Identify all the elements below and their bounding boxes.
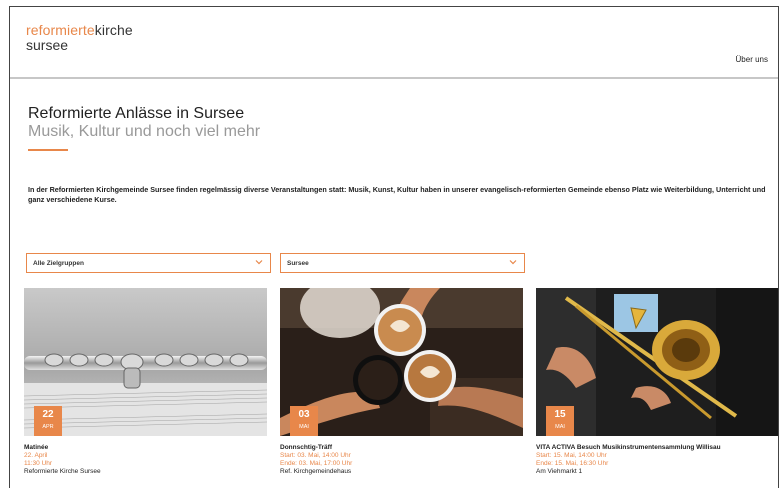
chevron-down-icon	[255, 260, 263, 265]
event-card[interactable]: 22 APR Matinée 22. April 11:30 Uhr Refor…	[24, 288, 267, 476]
event-image-coffee[interactable]: 03 MAI	[280, 288, 523, 436]
date-badge: 03 MAI	[290, 406, 318, 436]
event-image-trombone[interactable]: 15 MAI	[536, 288, 778, 436]
event-date: 22. April	[24, 452, 48, 459]
date-badge: 15 MAI	[546, 406, 574, 436]
target-group-value: Alle Zielgruppen	[33, 260, 84, 267]
date-month: APR	[42, 424, 54, 430]
event-title[interactable]: VITA ACTIVA Besuch Musikinstrumentensamm…	[536, 444, 778, 452]
event-info: VITA ACTIVA Besuch Musikinstrumentensamm…	[536, 436, 778, 476]
intro-text: In der Reformierten Kirchgemeinde Sursee…	[28, 185, 766, 204]
date-day: 03	[298, 409, 310, 420]
date-badge: 22 APR	[34, 406, 62, 436]
date-day: 22	[42, 409, 54, 420]
event-title[interactable]: Matinée	[24, 444, 267, 452]
event-time: 11:30 Uhr	[24, 460, 53, 467]
date-day: 15	[554, 409, 566, 420]
page-title: Reformierte Anlässe in Sursee	[28, 105, 245, 122]
logo-text-reformierte: reformierte	[26, 22, 95, 38]
chevron-down-icon	[509, 260, 517, 265]
event-start: Start: 15. Mai, 14:00 Uhr	[536, 452, 607, 459]
location-value: Sursee	[287, 260, 309, 267]
header-divider	[10, 77, 778, 79]
page-subtitle: Musik, Kultur und noch viel mehr	[28, 123, 261, 140]
event-card[interactable]: 15 MAI VITA ACTIVA Besuch Musikinstrumen…	[536, 288, 778, 476]
event-end: Ende: 03. Mai, 17:00 Uhr	[280, 460, 353, 467]
logo-text-kirche: kirche	[94, 22, 133, 38]
event-info: Matinée 22. April 11:30 Uhr Reformierte …	[24, 436, 267, 476]
event-start: Start: 03. Mai, 14:00 Uhr	[280, 452, 351, 459]
event-image-flute[interactable]: 22 APR	[24, 288, 267, 436]
event-title[interactable]: Donnschtig-Träff	[280, 444, 523, 452]
event-info: Donnschtig-Träff Start: 03. Mai, 14:00 U…	[280, 436, 523, 476]
event-location: Reformierte Kirche Sursee	[24, 468, 101, 475]
logo-text-sursee: sursee	[26, 37, 69, 53]
site-header: reformiertekirche sursee Über uns	[10, 7, 778, 77]
event-end: Ende: 15. Mai, 16:30 Uhr	[536, 460, 609, 467]
event-card[interactable]: 03 MAI Donnschtig-Träff Start: 03. Mai, …	[280, 288, 523, 476]
date-month: MAI	[555, 424, 565, 430]
page-frame: reformiertekirche sursee Über uns Reform…	[9, 6, 779, 488]
location-select[interactable]: Sursee	[280, 253, 525, 273]
target-group-select[interactable]: Alle Zielgruppen	[26, 253, 271, 273]
nav-about-link[interactable]: Über uns	[736, 55, 768, 64]
event-location: Am Viehmarkt 1	[536, 468, 583, 475]
event-location: Ref. Kirchgemeindehaus	[280, 468, 352, 475]
accent-divider	[28, 149, 68, 151]
date-month: MAI	[299, 424, 309, 430]
site-logo[interactable]: reformiertekirche sursee	[26, 23, 133, 53]
